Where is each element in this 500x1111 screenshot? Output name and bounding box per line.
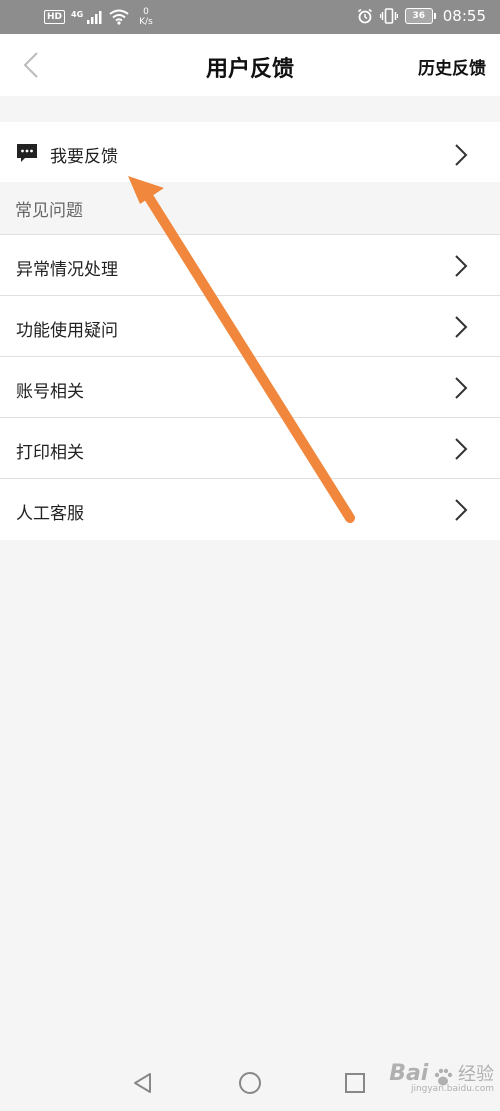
triangle-back-icon [134, 1073, 151, 1093]
battery-tip [433, 13, 436, 19]
faq-section-title: 常见问题 [15, 201, 83, 221]
wifi-icon [109, 9, 129, 25]
back-button[interactable] [16, 50, 46, 80]
app-header: 用户反馈 历史反馈 [0, 34, 500, 96]
nav-recents-button[interactable] [340, 1068, 370, 1098]
nav-back-button[interactable] [128, 1068, 158, 1098]
square-recents-icon [345, 1073, 365, 1093]
battery-indicator: 36 [404, 8, 436, 24]
submit-feedback-label: 我要反馈 [50, 147, 118, 167]
chevron-right-icon [455, 499, 468, 521]
battery-level: 36 [404, 8, 433, 24]
circle-home-icon [239, 1072, 261, 1094]
speed-unit: K/s [139, 17, 153, 27]
status-bar: HD 4G 0 K/s 36 08:55 [0, 0, 500, 34]
nav-home-button[interactable] [235, 1068, 265, 1098]
chevron-left-icon [23, 52, 38, 78]
faq-item-label: 功能使用疑问 [16, 321, 118, 341]
faq-item-customer-service[interactable]: 人工客服 [0, 479, 500, 540]
submit-feedback-row[interactable]: 我要反馈 [0, 122, 500, 182]
vibrate-icon [379, 8, 398, 24]
network-type: 4G [71, 9, 84, 19]
chevron-right-icon [455, 377, 468, 399]
hd-badge: HD [44, 10, 66, 24]
message-icon [17, 144, 37, 162]
faq-item-printing[interactable]: 打印相关 [0, 418, 500, 479]
faq-item-label: 打印相关 [16, 443, 84, 463]
network-speed: 0 K/s [139, 7, 153, 27]
faq-item-exception-handling[interactable]: 异常情况处理 [0, 235, 500, 296]
status-right-group: 36 08:55 [357, 7, 486, 25]
chevron-right-icon [455, 438, 468, 460]
watermark: Bai 经验 jingyan.baidu.com [389, 1060, 494, 1094]
chevron-right-icon [455, 316, 468, 338]
watermark-brand: Bai [389, 1061, 429, 1086]
faq-item-label: 人工客服 [16, 504, 84, 524]
faq-item-label: 异常情况处理 [16, 260, 118, 280]
faq-item-feature-questions[interactable]: 功能使用疑问 [0, 296, 500, 357]
faq-item-label: 账号相关 [16, 382, 84, 402]
clock: 08:55 [442, 7, 486, 25]
chevron-right-icon [455, 144, 468, 166]
alarm-icon [357, 8, 372, 24]
speed-value: 0 [143, 7, 149, 17]
status-left-group: HD 4G 0 K/s [44, 7, 153, 27]
history-feedback-button[interactable]: 历史反馈 [418, 54, 486, 79]
faq-item-account[interactable]: 账号相关 [0, 357, 500, 418]
chevron-right-icon [455, 255, 468, 277]
signal-icon [87, 11, 102, 24]
watermark-brand-suffix: 经验 [458, 1064, 494, 1085]
faq-list: 异常情况处理 功能使用疑问 账号相关 打印相关 人工客服 [0, 234, 500, 540]
